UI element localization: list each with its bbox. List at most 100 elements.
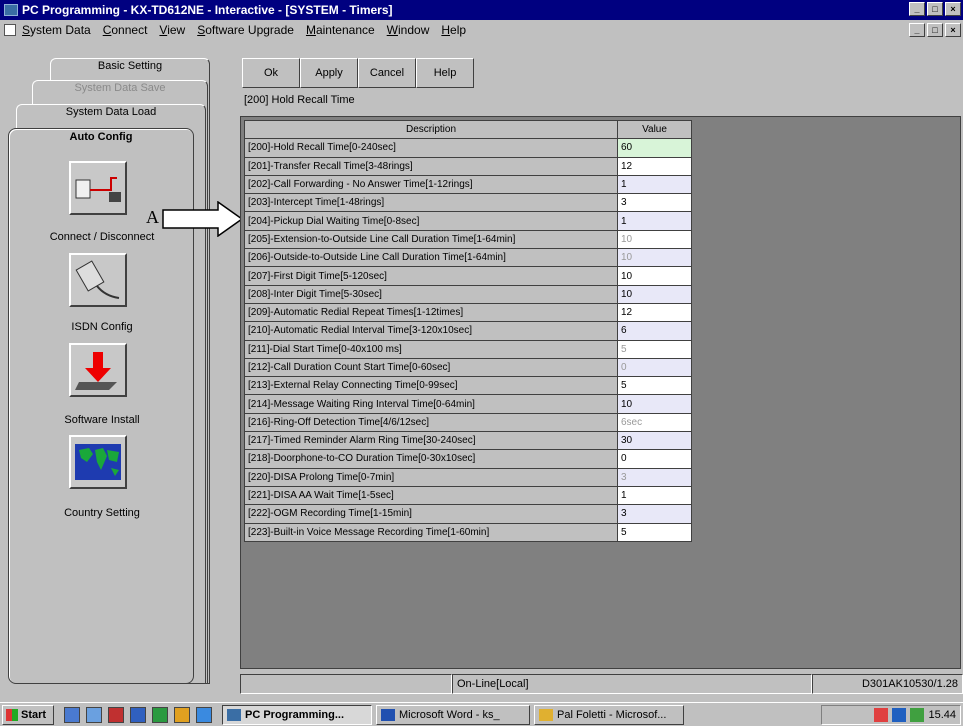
table-row[interactable]: [205]-Extension-to-Outside Line Call Dur… xyxy=(244,229,692,250)
row-description: [221]-DISA AA Wait Time[1-5sec] xyxy=(244,485,618,506)
country-setting-label: Country Setting xyxy=(64,507,140,519)
row-value[interactable]: 6sec xyxy=(617,412,692,433)
isdn-config-button[interactable] xyxy=(69,253,127,307)
office-icon[interactable] xyxy=(108,706,124,723)
row-value[interactable]: 0 xyxy=(617,449,692,469)
row-value[interactable]: 5 xyxy=(617,339,692,359)
connect-disconnect-button[interactable] xyxy=(69,161,127,215)
word-icon[interactable] xyxy=(130,706,146,723)
annotation-letter: A xyxy=(146,207,159,227)
menu-maintenance[interactable]: Maintenance xyxy=(306,23,375,37)
row-value[interactable]: 3 xyxy=(617,467,692,487)
menu-software-upgrade[interactable]: Software Upgrade xyxy=(197,23,294,37)
description-header[interactable]: Description xyxy=(244,119,618,140)
pc-programming-icon xyxy=(227,708,241,721)
child-close-button[interactable]: × xyxy=(945,23,961,37)
table-row[interactable]: [204]-Pickup Dial Waiting Time[0-8sec] 1 xyxy=(244,211,692,231)
row-value[interactable]: 5 xyxy=(617,522,692,542)
value-header[interactable]: Value xyxy=(617,119,692,140)
ie-icon[interactable] xyxy=(196,706,212,723)
row-value[interactable]: 1 xyxy=(617,174,692,195)
outlook-icon[interactable] xyxy=(174,706,190,723)
child-restore-button[interactable]: □ xyxy=(927,23,943,37)
row-value[interactable]: 5 xyxy=(617,376,692,396)
table-row[interactable]: [200]-Hold Recall Time[0-240sec] 60 xyxy=(244,138,692,158)
table-row[interactable]: [218]-Doorphone-to-CO Duration Time[0-30… xyxy=(244,449,692,469)
task-label: PC Programming... xyxy=(245,708,345,721)
document-icon xyxy=(4,24,16,36)
table-row[interactable]: [214]-Message Waiting Ring Interval Time… xyxy=(244,394,692,414)
table-row[interactable]: [222]-OGM Recording Time[1-15min] 3 xyxy=(244,504,692,524)
cancel-button[interactable]: Cancel xyxy=(358,58,416,88)
menu-help[interactable]: Help xyxy=(441,23,466,37)
row-value[interactable]: 10 xyxy=(617,266,692,286)
row-value[interactable]: 10 xyxy=(617,284,692,304)
apply-button[interactable]: Apply xyxy=(300,58,358,88)
start-button[interactable]: Start xyxy=(2,704,54,725)
status-bar: On-Line[Local] D301AK10530/1.28 xyxy=(240,674,963,694)
maximize-button[interactable]: □ xyxy=(927,2,943,16)
table-row[interactable]: [217]-Timed Reminder Alarm Ring Time[30-… xyxy=(244,431,692,451)
row-value[interactable]: 1 xyxy=(617,485,692,506)
row-value[interactable]: 3 xyxy=(617,504,692,524)
minimize-button[interactable]: _ xyxy=(909,2,925,16)
child-minimize-button[interactable]: _ xyxy=(909,23,925,37)
row-value[interactable]: 0 xyxy=(617,357,692,378)
country-setting-button[interactable] xyxy=(69,435,127,489)
software-install-button[interactable] xyxy=(69,343,127,397)
excel-icon[interactable] xyxy=(152,706,168,723)
close-button[interactable]: × xyxy=(945,2,961,16)
row-value[interactable]: 12 xyxy=(617,302,692,323)
table-row[interactable]: [223]-Built-in Voice Message Recording T… xyxy=(244,522,692,542)
row-description: [217]-Timed Reminder Alarm Ring Time[30-… xyxy=(244,431,618,451)
toolbar: Ok Apply Cancel Help xyxy=(242,58,474,88)
menu-window[interactable]: Window xyxy=(387,23,430,37)
row-description: [222]-OGM Recording Time[1-15min] xyxy=(244,504,618,524)
task-pc-programming[interactable]: PC Programming... xyxy=(222,704,372,725)
clock[interactable]: 15.44 xyxy=(928,709,956,721)
table-row[interactable]: [207]-First Digit Time[5-120sec] 10 xyxy=(244,266,692,286)
table-row[interactable]: [213]-External Relay Connecting Time[0-9… xyxy=(244,376,692,396)
tray-app-icon[interactable] xyxy=(874,708,889,722)
table-row[interactable]: [209]-Automatic Redial Repeat Times[1-12… xyxy=(244,302,692,323)
table-row[interactable]: [202]-Call Forwarding - No Answer Time[1… xyxy=(244,174,692,195)
row-value[interactable]: 6 xyxy=(617,321,692,341)
table-row[interactable]: [211]-Dial Start Time[0-40x100 ms] 5 xyxy=(244,339,692,359)
desktop-icon[interactable] xyxy=(64,706,80,723)
table-row[interactable]: [220]-DISA Prolong Time[0-7min] 3 xyxy=(244,467,692,487)
browser-icon[interactable] xyxy=(86,706,102,723)
table-row[interactable]: [208]-Inter Digit Time[5-30sec] 10 xyxy=(244,284,692,304)
row-value[interactable]: 12 xyxy=(617,156,692,176)
volume-icon[interactable] xyxy=(910,708,925,722)
row-value[interactable]: 10 xyxy=(617,248,692,268)
table-row[interactable]: [212]-Call Duration Count Start Time[0-6… xyxy=(244,357,692,378)
table-row[interactable]: [216]-Ring-Off Detection Time[4/6/12sec]… xyxy=(244,412,692,433)
taskbar: Start PC Programming... Microsoft Word -… xyxy=(0,702,963,726)
ok-button[interactable]: Ok xyxy=(242,58,300,88)
table-row[interactable]: [206]-Outside-to-Outside Line Call Durat… xyxy=(244,248,692,268)
tab-system-data-load-label: System Data Load xyxy=(65,106,157,118)
task-word[interactable]: Microsoft Word - ks_ xyxy=(376,704,530,725)
table-row[interactable]: [210]-Automatic Redial Interval Time[3-1… xyxy=(244,321,692,341)
menu-system-data[interactable]: System Data xyxy=(22,23,91,37)
row-value[interactable]: 60 xyxy=(617,138,692,158)
table-row[interactable]: [201]-Transfer Recall Time[3-48rings] 12 xyxy=(244,156,692,176)
menu-bar: System Data Connect View Software Upgrad… xyxy=(0,20,963,40)
table-row[interactable]: [203]-Intercept Time[1-48rings] 3 xyxy=(244,193,692,213)
section-label: [200] Hold Recall Time xyxy=(244,94,355,106)
row-value[interactable]: 10 xyxy=(617,394,692,414)
app-icon xyxy=(4,4,18,16)
row-value[interactable]: 10 xyxy=(617,229,692,250)
row-description: [211]-Dial Start Time[0-40x100 ms] xyxy=(244,339,618,359)
menu-view[interactable]: View xyxy=(159,23,185,37)
isdn-plug-icon xyxy=(75,260,120,299)
task-outlook[interactable]: Pal Foletti - Microsof... xyxy=(534,704,684,725)
menu-connect[interactable]: Connect xyxy=(103,23,148,37)
help-button[interactable]: Help xyxy=(416,58,474,88)
network-icon[interactable] xyxy=(892,708,907,722)
row-value[interactable]: 3 xyxy=(617,193,692,213)
row-value[interactable]: 30 xyxy=(617,431,692,451)
table-row[interactable]: [221]-DISA AA Wait Time[1-5sec] 1 xyxy=(244,485,692,506)
row-description: [203]-Intercept Time[1-48rings] xyxy=(244,193,618,213)
row-value[interactable]: 1 xyxy=(617,211,692,231)
